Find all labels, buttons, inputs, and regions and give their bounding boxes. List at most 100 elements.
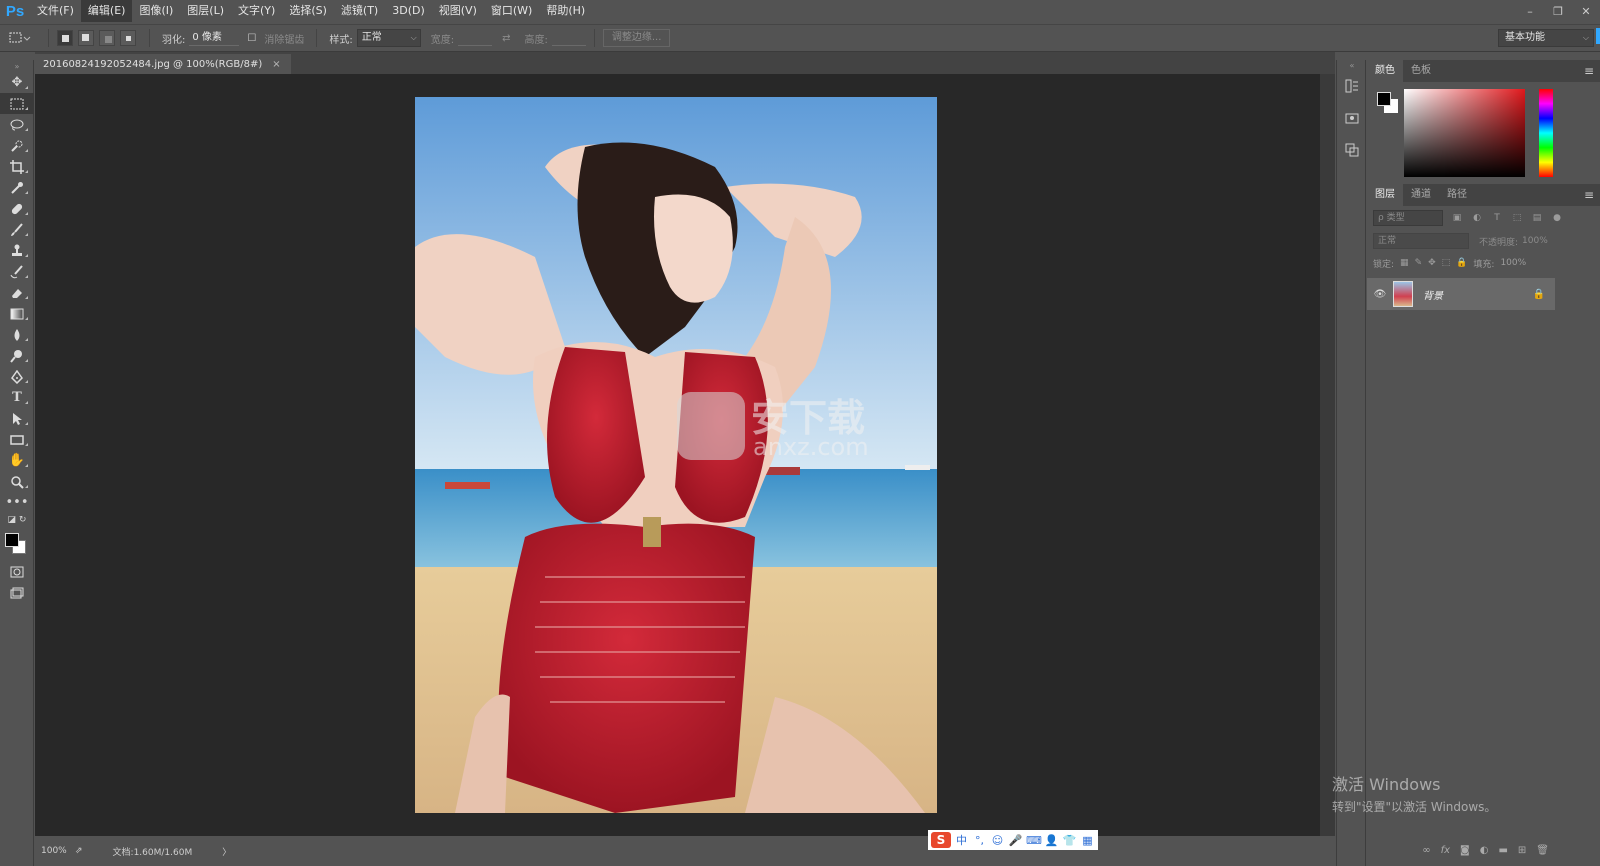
document-tab[interactable]: 20160824192052484.jpg @ 100%(RGB/8#) × [35,54,291,74]
close-tab-icon[interactable]: × [272,59,280,70]
blend-mode-select[interactable]: 正常 [1373,233,1469,249]
ime-toolbox-icon[interactable]: ▦ [1080,834,1095,847]
lock-all-icon[interactable]: 🔒 [1456,258,1467,268]
marquee-tool-icon[interactable] [0,93,34,114]
clone-stamp-tool-icon[interactable] [0,240,34,261]
color-field[interactable] [1404,89,1525,177]
menu-3d[interactable]: 3D(D) [385,0,432,22]
panel-menu-icon[interactable]: ≡ [1584,184,1594,206]
fill-value[interactable]: 100% [1500,258,1526,268]
opacity-value[interactable]: 100% [1522,236,1548,246]
lasso-tool-icon[interactable] [0,114,34,135]
vertical-scrollbar[interactable] [1320,74,1335,836]
menu-image[interactable]: 图像(I) [132,0,180,22]
ime-keyboard-icon[interactable]: ⌨ [1026,834,1042,847]
zoom-level[interactable]: 100% [35,846,69,856]
canvas-area[interactable]: 安下载 anxz.com [35,74,1320,836]
marquee-preset-icon[interactable] [0,31,40,45]
panel-menu-icon[interactable]: ≡ [1584,60,1594,82]
layer-mask-icon[interactable]: ◙ [1460,845,1470,856]
subtract-selection-icon[interactable] [99,30,115,46]
menu-edit[interactable]: 编辑(E) [80,0,133,22]
zoom-tool-icon[interactable] [0,471,34,492]
tab-paths[interactable]: 路径 [1439,184,1475,206]
quick-mask-icon[interactable] [0,561,34,582]
menu-layer[interactable]: 图层(L) [180,0,231,22]
smart-object-filter-icon[interactable]: ▤ [1531,213,1543,223]
path-selection-tool-icon[interactable] [0,408,34,429]
gradient-tool-icon[interactable] [0,303,34,324]
layer-style-icon[interactable]: fx [1441,845,1450,856]
brush-tool-icon[interactable] [0,219,34,240]
rectangle-tool-icon[interactable] [0,429,34,450]
history-brush-tool-icon[interactable] [0,261,34,282]
sogou-logo[interactable]: S [931,832,951,848]
adjustment-layer-icon[interactable]: ◐ [1480,845,1489,856]
width-input[interactable] [458,30,493,46]
collapse-tools-icon[interactable]: » [0,60,34,72]
link-layers-icon[interactable]: ∞ [1422,845,1430,856]
dodge-tool-icon[interactable] [0,345,34,366]
menu-file[interactable]: 文件(F) [30,0,81,22]
document-image[interactable]: 安下载 anxz.com [415,97,937,813]
menu-view[interactable]: 视图(V) [432,0,484,22]
height-input[interactable] [551,30,586,46]
new-layer-icon[interactable]: ⊞ [1518,845,1526,856]
layer-name[interactable]: 背景 [1423,287,1533,302]
properties-panel-icon[interactable] [1337,102,1367,134]
menu-select[interactable]: 选择(S) [282,0,334,22]
screen-mode-icon[interactable] [0,582,34,603]
menu-filter[interactable]: 滤镜(T) [334,0,385,22]
feather-input[interactable]: 0 像素 [189,30,240,46]
delete-layer-icon[interactable]: 🗑 [1536,845,1549,856]
tab-channels[interactable]: 通道 [1403,184,1439,206]
minimize-button[interactable]: – [1516,0,1544,22]
layer-visibility-icon[interactable]: 👁 [1367,289,1393,300]
swap-icon[interactable]: ⇄ [502,33,510,44]
filter-toggle-icon[interactable]: ● [1551,213,1563,223]
lock-position-icon[interactable]: ✥ [1428,258,1436,268]
tab-layers[interactable]: 图层 [1367,184,1403,206]
ime-user-icon[interactable]: 👤 [1044,834,1059,847]
expand-dock-icon[interactable]: « [1337,60,1367,70]
style-select[interactable]: 正常 [356,29,421,47]
menu-window[interactable]: 窗口(W) [484,0,539,22]
hand-tool-icon[interactable]: ✋ [0,450,34,471]
move-tool-icon[interactable]: ✥ [0,72,34,93]
layer-lock-icon[interactable]: 🔒 [1533,289,1545,300]
adjustments-panel-icon[interactable] [1337,134,1367,166]
lock-artboard-icon[interactable]: ⬚ [1442,258,1451,268]
type-filter-icon[interactable]: T [1491,213,1503,223]
ime-language[interactable]: 中 [954,832,969,848]
antialias-checkbox[interactable]: ☐ [247,33,256,44]
refine-edge-button[interactable]: 调整边缘... [602,29,671,47]
ime-mic-icon[interactable]: 🎤 [1008,834,1023,847]
blur-tool-icon[interactable] [0,324,34,345]
close-button[interactable]: ✕ [1572,0,1600,22]
quick-selection-tool-icon[interactable] [0,135,34,156]
panel-foreground-swatch[interactable] [1377,92,1391,106]
add-selection-icon[interactable] [78,30,94,46]
eyedropper-tool-icon[interactable] [0,177,34,198]
hue-slider[interactable] [1539,89,1553,177]
layer-filter-select[interactable]: ρ 类型 [1373,210,1443,226]
lock-paint-icon[interactable]: ✎ [1415,258,1423,268]
type-tool-icon[interactable]: T [0,387,34,408]
foreground-color[interactable] [5,533,19,547]
restore-button[interactable]: ❐ [1544,0,1572,22]
layer-row[interactable]: 👁 背景 🔒 [1367,278,1555,310]
color-swatches[interactable] [0,527,34,561]
tab-swatches[interactable]: 色板 [1403,60,1439,82]
adjustment-filter-icon[interactable]: ◐ [1471,213,1483,223]
ime-emoji-icon[interactable]: ☺ [990,834,1005,847]
menu-help[interactable]: 帮助(H) [539,0,592,22]
ime-skin-icon[interactable]: 👕 [1062,834,1077,847]
pixel-filter-icon[interactable]: ▣ [1451,213,1463,223]
pen-tool-icon[interactable] [0,366,34,387]
status-menu-arrow[interactable]: 〉 [222,845,231,858]
lock-transparent-icon[interactable]: ▦ [1400,258,1409,268]
new-group-icon[interactable]: ▬ [1498,845,1507,856]
export-icon[interactable]: ⇗ [75,846,83,856]
history-panel-icon[interactable] [1337,70,1367,102]
menu-type[interactable]: 文字(Y) [231,0,282,22]
